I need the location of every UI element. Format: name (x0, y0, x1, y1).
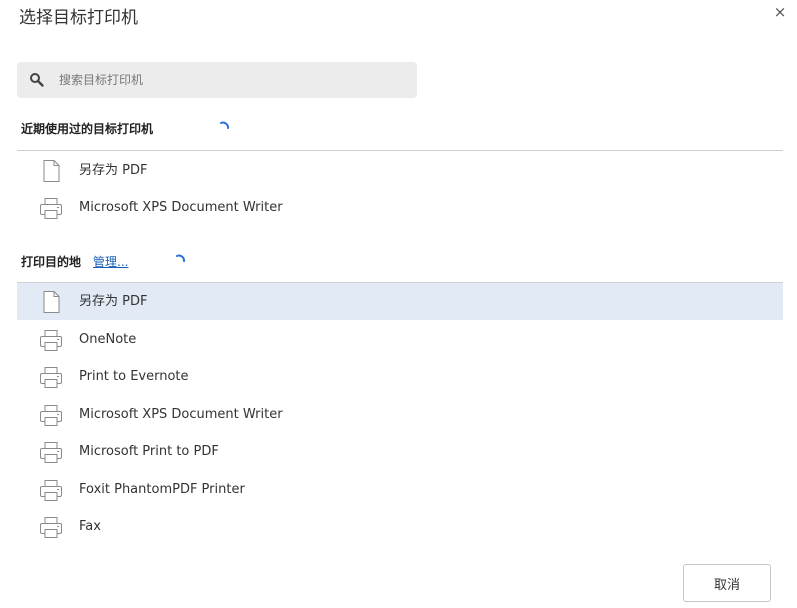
manage-link[interactable]: 管理... (93, 255, 128, 269)
recent-printer-row[interactable]: 另存为 PDF (17, 152, 783, 189)
loading-spinner-icon (176, 254, 185, 262)
pdf-file-icon (43, 160, 60, 182)
destination-printer-row[interactable]: Fax (17, 508, 783, 545)
printer-icon (40, 367, 62, 388)
printer-icon (40, 405, 62, 426)
destination-printer-row[interactable]: Microsoft Print to PDF (17, 433, 783, 470)
printer-name: Microsoft Print to PDF (79, 444, 219, 459)
printer-icon (40, 330, 62, 351)
dialog-title: 选择目标打印机 (19, 8, 138, 28)
search-input[interactable] (59, 68, 399, 92)
loading-spinner-icon (220, 121, 229, 129)
select-printer-dialog: 选择目标打印机 × 近期使用过的目标打印机 另存为 PDF Microsoft … (0, 0, 797, 608)
printer-name: OneNote (79, 332, 137, 347)
cancel-button[interactable]: 取消 (683, 564, 771, 602)
printer-name: Fax (79, 519, 101, 534)
search-box[interactable] (17, 62, 417, 98)
printer-name: Print to Evernote (79, 369, 189, 384)
pdf-file-icon (43, 291, 60, 313)
destinations-header-label: 打印目的地 (21, 255, 82, 269)
search-icon (30, 73, 44, 87)
destination-printer-row[interactable]: Foxit PhantomPDF Printer (17, 471, 783, 508)
printer-icon (40, 442, 62, 463)
printer-icon (40, 517, 62, 538)
recent-printer-row[interactable]: Microsoft XPS Document Writer (17, 189, 783, 226)
recent-section-header: 近期使用过的目标打印机 (21, 118, 153, 140)
destination-printer-row[interactable]: Print to Evernote (17, 358, 783, 395)
printer-name: 另存为 PDF (79, 163, 148, 178)
printer-name: Microsoft XPS Document Writer (79, 407, 283, 422)
printer-icon (40, 198, 62, 219)
destinations-section-header: 打印目的地 管理... (21, 251, 128, 273)
destination-printer-row[interactable]: 另存为 PDF (17, 283, 783, 320)
destination-printer-row[interactable]: Microsoft XPS Document Writer (17, 396, 783, 433)
destination-printer-row[interactable]: OneNote (17, 321, 783, 358)
recent-header-label: 近期使用过的目标打印机 (21, 122, 154, 136)
printer-name: Foxit PhantomPDF Printer (79, 482, 245, 497)
close-icon[interactable]: × (771, 3, 789, 21)
printer-name: Microsoft XPS Document Writer (79, 200, 283, 215)
printer-icon (40, 480, 62, 501)
recent-divider (17, 150, 783, 151)
printer-name: 另存为 PDF (79, 294, 148, 309)
